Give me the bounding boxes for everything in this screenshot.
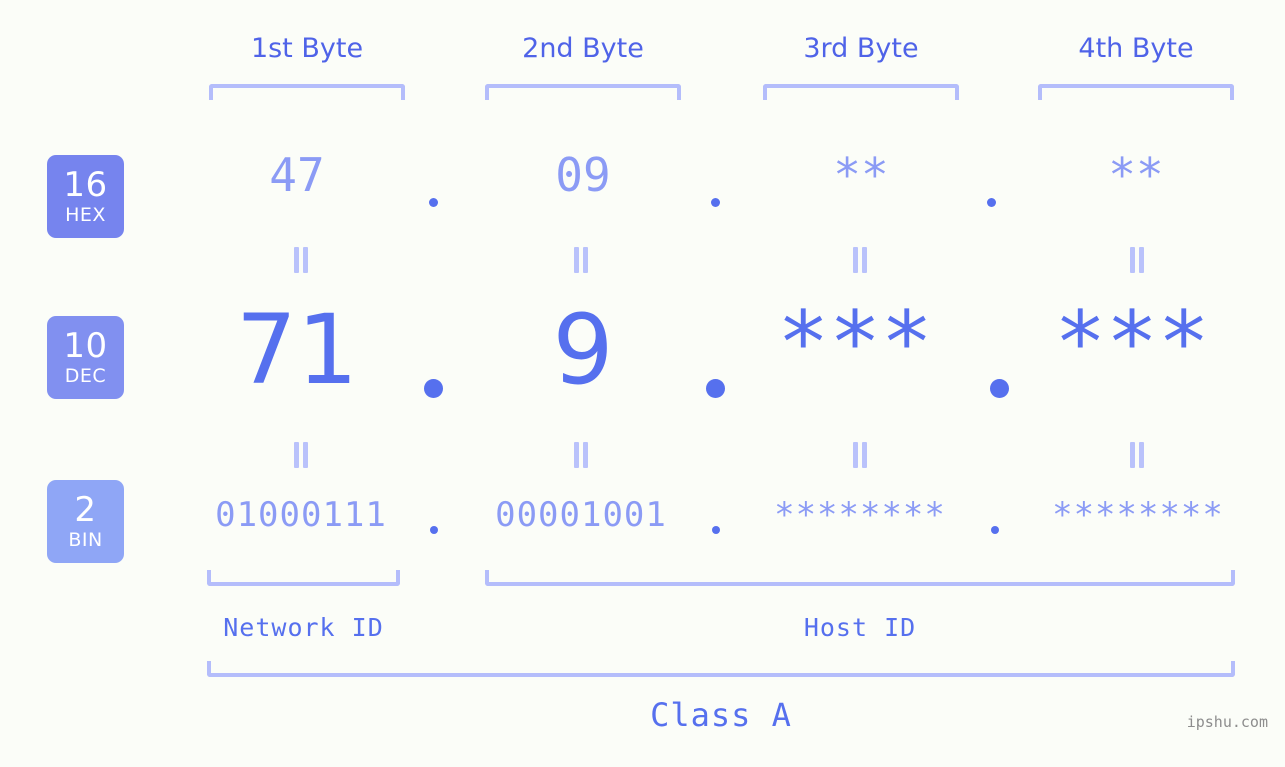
hex-byte-1: 47	[269, 148, 325, 202]
equals-icon-dec-bin-1	[293, 442, 309, 468]
byte-bracket-3	[763, 84, 959, 100]
class-label: Class A	[650, 696, 792, 734]
byte-header-4: 4th Byte	[1078, 33, 1194, 64]
equals-icon-hex-dec-3	[852, 247, 868, 273]
byte-header-1: 1st Byte	[250, 33, 364, 64]
base-badge-bin: 2 BIN	[47, 480, 124, 563]
bin-separator-2	[712, 526, 720, 534]
base-badge-dec-number: 10	[63, 326, 108, 366]
hex-byte-4: **	[1108, 148, 1164, 202]
network-id-label: Network ID	[223, 613, 384, 642]
host-id-bracket	[485, 570, 1235, 586]
byte-bracket-1	[209, 84, 405, 100]
bin-byte-4: ********	[1052, 495, 1224, 535]
dec-byte-4: ***	[1054, 293, 1210, 393]
byte-bracket-4	[1038, 84, 1234, 100]
dec-separator-2	[706, 379, 725, 398]
class-bracket	[207, 661, 1235, 677]
dec-separator-1	[424, 379, 443, 398]
network-id-bracket	[207, 570, 400, 586]
hex-separator-1	[429, 198, 438, 207]
ip-address-breakdown-diagram: 16 HEX 10 DEC 2 BIN 1st Byte 2nd Byte 3r…	[0, 0, 1285, 767]
equals-icon-dec-bin-3	[852, 442, 868, 468]
equals-icon-hex-dec-4	[1129, 247, 1145, 273]
bin-separator-3	[991, 526, 999, 534]
bin-byte-2: 00001001	[495, 495, 667, 535]
bin-separator-1	[430, 526, 438, 534]
hex-byte-2: 09	[555, 148, 611, 202]
hex-byte-3: **	[833, 148, 889, 202]
watermark: ipshu.com	[1186, 713, 1268, 731]
base-badge-dec-name: DEC	[64, 365, 107, 387]
base-badge-bin-number: 2	[74, 490, 97, 530]
dec-byte-3: ***	[777, 293, 933, 393]
host-id-label: Host ID	[803, 613, 917, 642]
base-badge-hex: 16 HEX	[47, 155, 124, 238]
hex-separator-3	[987, 198, 996, 207]
equals-icon-dec-bin-4	[1129, 442, 1145, 468]
byte-bracket-2	[485, 84, 681, 100]
dec-byte-2: 9	[552, 294, 614, 406]
dec-byte-1: 71	[235, 294, 359, 406]
equals-icon-hex-dec-1	[293, 247, 309, 273]
base-badge-dec: 10 DEC	[47, 316, 124, 399]
equals-icon-hex-dec-2	[573, 247, 589, 273]
bin-byte-1: 01000111	[215, 495, 387, 535]
equals-icon-dec-bin-2	[573, 442, 589, 468]
byte-header-3: 3rd Byte	[803, 33, 919, 64]
byte-header-2: 2nd Byte	[522, 33, 644, 64]
base-badge-bin-name: BIN	[68, 529, 103, 551]
bin-byte-3: ********	[774, 495, 946, 535]
hex-separator-2	[711, 198, 720, 207]
base-badge-hex-number: 16	[63, 165, 108, 205]
base-badge-hex-name: HEX	[65, 204, 106, 226]
dec-separator-3	[990, 379, 1009, 398]
